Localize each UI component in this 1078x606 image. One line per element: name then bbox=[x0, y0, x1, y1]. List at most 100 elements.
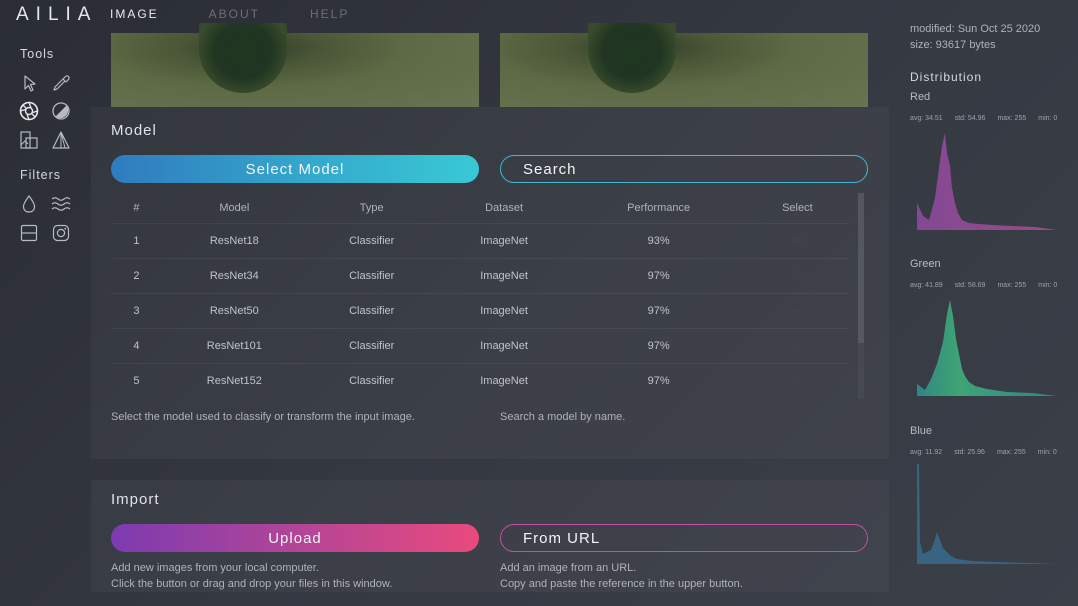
row-dataset: ImageNet bbox=[436, 258, 572, 294]
row-number: 1 bbox=[111, 223, 162, 259]
select-model-button[interactable]: Select Model bbox=[111, 155, 479, 183]
nav-help[interactable]: HELP bbox=[310, 7, 349, 21]
row-number: 4 bbox=[111, 328, 162, 364]
row-model: ResNet18 bbox=[161, 223, 307, 259]
url-hint-line: Copy and paste the reference in the uppe… bbox=[500, 578, 743, 590]
select-radio[interactable] bbox=[793, 341, 802, 349]
cursor-icon[interactable] bbox=[18, 72, 40, 94]
stat-avg: avg: 41.89 bbox=[910, 282, 943, 289]
select-radio[interactable] bbox=[793, 376, 802, 384]
search-hint: Search a model by name. bbox=[500, 411, 626, 423]
table-row[interactable]: 5 ResNet152 Classifier ImageNet 97% bbox=[111, 363, 849, 398]
col-number: # bbox=[133, 202, 140, 214]
row-performance: 97% bbox=[571, 363, 746, 398]
filters-title: Filters bbox=[20, 168, 62, 182]
row-number: 2 bbox=[111, 258, 162, 294]
layers-icon[interactable] bbox=[18, 222, 40, 244]
row-type: Classifier bbox=[306, 223, 437, 259]
channel-green-stats: avg: 41.89 std: 58.69 max: 255 min: 0 bbox=[910, 282, 1069, 289]
row-performance: 97% bbox=[571, 328, 746, 364]
histogram-red bbox=[917, 133, 1057, 230]
select-radio[interactable] bbox=[793, 306, 802, 314]
table-row[interactable]: 3 ResNet50 Classifier ImageNet 97% bbox=[111, 293, 849, 329]
stat-min: min: 0 bbox=[1037, 449, 1057, 456]
channel-blue-name: Blue bbox=[910, 425, 933, 437]
stat-min: min: 0 bbox=[1038, 115, 1058, 122]
contrast-icon[interactable] bbox=[50, 100, 72, 122]
model-table: # Model Type Dataset Performance Select … bbox=[111, 193, 849, 398]
url-hint: Add an image from an URL. Copy and paste… bbox=[500, 560, 743, 592]
aperture-icon[interactable] bbox=[18, 100, 40, 122]
upload-hint-line: Add new images from your local computer. bbox=[111, 562, 319, 574]
select-radio[interactable] bbox=[793, 271, 802, 279]
upload-button[interactable]: Upload bbox=[111, 524, 479, 552]
row-model: ResNet152 bbox=[161, 363, 307, 398]
col-select: Select bbox=[782, 202, 813, 214]
distribution-title: Distribution bbox=[910, 70, 983, 84]
app-logo: AILIA bbox=[16, 4, 98, 25]
waves-icon[interactable] bbox=[50, 193, 72, 215]
model-title: Model bbox=[111, 122, 157, 139]
tools-title: Tools bbox=[20, 47, 55, 61]
table-row[interactable]: 1 ResNet18 Classifier ImageNet 93% bbox=[111, 223, 849, 259]
table-scrollbar-thumb[interactable] bbox=[858, 193, 864, 343]
table-row[interactable]: 2 ResNet34 Classifier ImageNet 97% bbox=[111, 258, 849, 294]
histogram-green bbox=[917, 300, 1057, 396]
top-nav: IMAGE ABOUT HELP bbox=[110, 7, 399, 21]
stat-std: std: 54.96 bbox=[954, 115, 986, 122]
row-performance: 97% bbox=[571, 293, 746, 329]
stat-std: std: 58.69 bbox=[954, 282, 986, 289]
from-url-button[interactable]: From URL bbox=[500, 524, 868, 552]
row-model: ResNet34 bbox=[161, 258, 307, 294]
original-image-preview bbox=[111, 23, 479, 107]
instagram-icon[interactable] bbox=[50, 222, 72, 244]
eyedropper-icon[interactable] bbox=[50, 72, 72, 94]
stat-std: std: 25.96 bbox=[954, 449, 985, 456]
row-number: 5 bbox=[111, 363, 162, 398]
import-title: Import bbox=[111, 491, 160, 508]
table-row[interactable]: 4 ResNet101 Classifier ImageNet 97% bbox=[111, 328, 849, 364]
channel-red-name: Red bbox=[910, 91, 931, 103]
crop-icon[interactable] bbox=[18, 129, 40, 151]
channel-blue-stats: avg: 11.92 std: 25.96 max: 255 min: 0 bbox=[910, 449, 1069, 456]
model-hint: Select the model used to classify or tra… bbox=[111, 411, 415, 423]
upload-hint-line: Click the button or drag and drop your f… bbox=[111, 578, 393, 590]
row-type: Classifier bbox=[306, 363, 437, 398]
channel-red-stats: avg: 34.51 std: 54.96 max: 255 min: 0 bbox=[910, 115, 1069, 122]
nav-image[interactable]: IMAGE bbox=[110, 7, 159, 21]
row-dataset: ImageNet bbox=[436, 223, 572, 259]
file-size: size: 93617 bytes bbox=[910, 39, 996, 51]
col-dataset: Dataset bbox=[485, 202, 524, 214]
modified-date: modified: Sun Oct 25 2020 bbox=[910, 23, 1041, 35]
drop-icon[interactable] bbox=[18, 193, 40, 215]
row-type: Classifier bbox=[306, 328, 437, 364]
col-performance: Performance bbox=[627, 202, 691, 214]
select-radio[interactable] bbox=[793, 236, 802, 244]
stat-max: max: 255 bbox=[997, 282, 1027, 289]
row-type: Classifier bbox=[306, 258, 437, 294]
col-model: Model bbox=[219, 202, 250, 214]
stat-min: min: 0 bbox=[1038, 282, 1058, 289]
channel-green-name: Green bbox=[910, 258, 941, 270]
row-performance: 93% bbox=[571, 223, 746, 259]
row-type: Classifier bbox=[306, 293, 437, 329]
row-number: 3 bbox=[111, 293, 162, 329]
nav-about[interactable]: ABOUT bbox=[209, 7, 260, 21]
row-model: ResNet101 bbox=[161, 328, 307, 364]
upload-hint: Add new images from your local computer.… bbox=[111, 560, 392, 592]
histogram-blue bbox=[917, 464, 1057, 564]
triangle-icon[interactable] bbox=[50, 129, 72, 151]
url-hint-line: Add an image from an URL. bbox=[500, 562, 637, 574]
row-dataset: ImageNet bbox=[436, 293, 572, 329]
stat-max: max: 255 bbox=[996, 449, 1026, 456]
row-dataset: ImageNet bbox=[436, 363, 572, 398]
stat-avg: avg: 34.51 bbox=[910, 115, 943, 122]
stat-avg: avg: 11.92 bbox=[910, 449, 943, 456]
search-button[interactable]: Search bbox=[500, 155, 868, 183]
row-performance: 97% bbox=[571, 258, 746, 294]
stat-max: max: 255 bbox=[997, 115, 1027, 122]
processed-image-preview bbox=[500, 23, 868, 107]
row-model: ResNet50 bbox=[161, 293, 307, 329]
row-dataset: ImageNet bbox=[436, 328, 572, 364]
col-type: Type bbox=[359, 202, 384, 214]
